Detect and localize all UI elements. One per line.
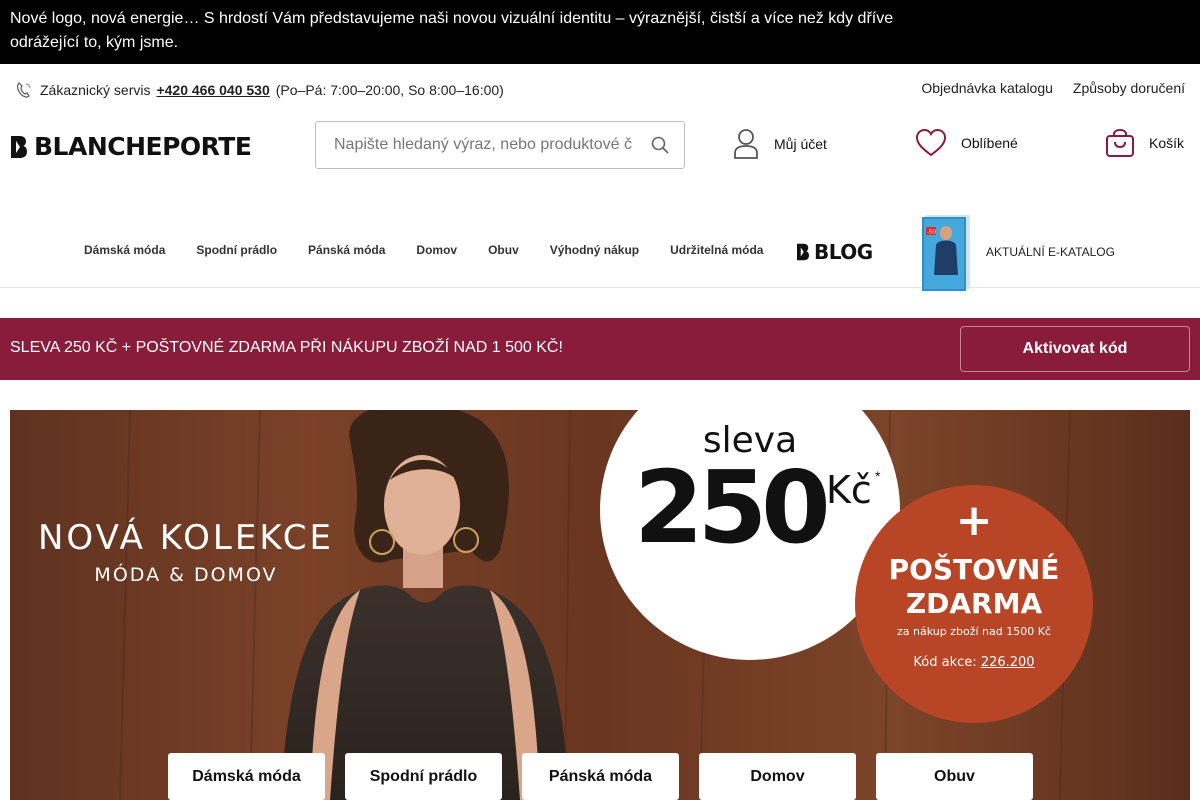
logo-mark-icon: [11, 135, 27, 158]
logo[interactable]: BLANCHEPORTE: [10, 132, 252, 161]
shipping-condition: za nákup zboží nad 1500 Kč: [897, 625, 1051, 638]
promo-code: Kód akce: 226.200: [855, 655, 1093, 670]
catalog-cover-image: -50: [922, 215, 970, 291]
favorites-label: Oblíbené: [961, 135, 1018, 151]
phone-icon: [16, 82, 31, 98]
ecatalog-link[interactable]: -50 AKTUÁLNÍ E-KATALOG: [920, 212, 1115, 292]
hero-button-mens-fashion[interactable]: Pánská móda: [522, 753, 679, 800]
delivery-methods-link[interactable]: Způsoby doručení: [1073, 80, 1185, 96]
favorites-link[interactable]: Oblíbené: [915, 128, 1018, 158]
main-nav: Dámská móda Spodní prádlo Pánská móda Do…: [0, 212, 1200, 291]
user-icon: [734, 129, 758, 159]
utility-bar: Zákaznický servis +420 466 040 530 (Po–P…: [0, 64, 1200, 112]
account-link[interactable]: Můj účet: [732, 128, 827, 160]
service-label: Zákaznický servis: [40, 82, 151, 98]
promo-code-value: 226.200: [980, 655, 1035, 670]
logo-text: BLANCHEPORTE: [34, 132, 252, 161]
hero-subtitle: MÓDA & DOMOV: [94, 564, 278, 586]
account-label: Můj účet: [774, 136, 827, 152]
hero-button-shoes[interactable]: Obuv: [876, 753, 1033, 800]
promo-text: SLEVA 250 KČ + POŠTOVNÉ ZDARMA PŘI NÁKUP…: [10, 339, 563, 356]
site-header: BLANCHEPORTE Můj účet Oblíbené Košík: [0, 112, 1200, 178]
utility-links: Objednávka katalogu Způsoby doručení: [921, 80, 1185, 96]
nav-item-home[interactable]: Domov: [416, 243, 457, 257]
promo-bar: SLEVA 250 KČ + POŠTOVNÉ ZDARMA PŘI NÁKUP…: [0, 318, 1200, 380]
nav-item-womens-fashion[interactable]: Dámská móda: [84, 243, 165, 257]
nav-item-shoes[interactable]: Obuv: [488, 243, 519, 257]
nav-item-bargains[interactable]: Výhodný nákup: [550, 243, 639, 257]
hero-button-womens-fashion[interactable]: Dámská móda: [168, 753, 325, 800]
hero-button-underwear[interactable]: Spodní prádlo: [345, 753, 502, 800]
nav-item-underwear[interactable]: Spodní prádlo: [196, 243, 277, 257]
cart-label: Košík: [1149, 135, 1185, 151]
hero-category-buttons: Dámská móda Spodní prádlo Pánská móda Do…: [168, 753, 1033, 800]
heart-icon: [915, 128, 947, 157]
plus-sign: +: [955, 495, 993, 546]
customer-service: Zákaznický servis +420 466 040 530 (Po–P…: [14, 80, 504, 100]
service-hours: (Po–Pá: 7:00–20:00, So 8:00–16:00): [275, 82, 504, 98]
discount-amount: 250: [634, 449, 831, 566]
discount-asterisk: *: [875, 468, 881, 484]
hero-button-home[interactable]: Domov: [699, 753, 856, 800]
blog-link[interactable]: BLOG: [796, 240, 873, 264]
blog-logo-icon: [797, 243, 809, 261]
announcement-bar: Nové logo, nová energie… S hrdostí Vám p…: [0, 0, 1200, 64]
search-box: [315, 121, 685, 169]
shipping-line1: POŠTOVNÉ: [888, 553, 1060, 586]
hero-title: NOVÁ KOLEKCE: [37, 518, 335, 558]
catalog-badge: -50: [927, 230, 936, 236]
shopping-bag-icon: [1106, 128, 1134, 157]
ecatalog-label: AKTUÁLNÍ E-KATALOG: [986, 245, 1115, 259]
nav-item-sustainable-fashion[interactable]: Udržitelná móda: [670, 243, 763, 257]
blog-label: BLOG: [814, 240, 873, 264]
free-shipping-badge: + POŠTOVNÉ ZDARMA za nákup zboží nad 150…: [855, 485, 1093, 723]
cart-link[interactable]: Košík: [1105, 128, 1184, 158]
catalog-order-link[interactable]: Objednávka katalogu: [921, 80, 1053, 96]
shipping-line2: ZDARMA: [905, 587, 1043, 620]
search-input[interactable]: [334, 136, 634, 154]
phone-link[interactable]: +420 466 040 530: [156, 82, 269, 98]
announcement-text: Nové logo, nová energie… S hrdostí Vám p…: [10, 10, 894, 51]
activate-code-button[interactable]: Aktivovat kód: [960, 326, 1190, 372]
hero-banner[interactable]: NOVÁ KOLEKCE MÓDA & DOMOV sleva 250 Kč *…: [10, 410, 1190, 800]
search-icon[interactable]: [650, 135, 670, 155]
nav-item-mens-fashion[interactable]: Pánská móda: [308, 243, 385, 257]
promo-code-label: Kód akce:: [913, 655, 977, 670]
nav-items: Dámská móda Spodní prádlo Pánská móda Do…: [84, 212, 794, 288]
